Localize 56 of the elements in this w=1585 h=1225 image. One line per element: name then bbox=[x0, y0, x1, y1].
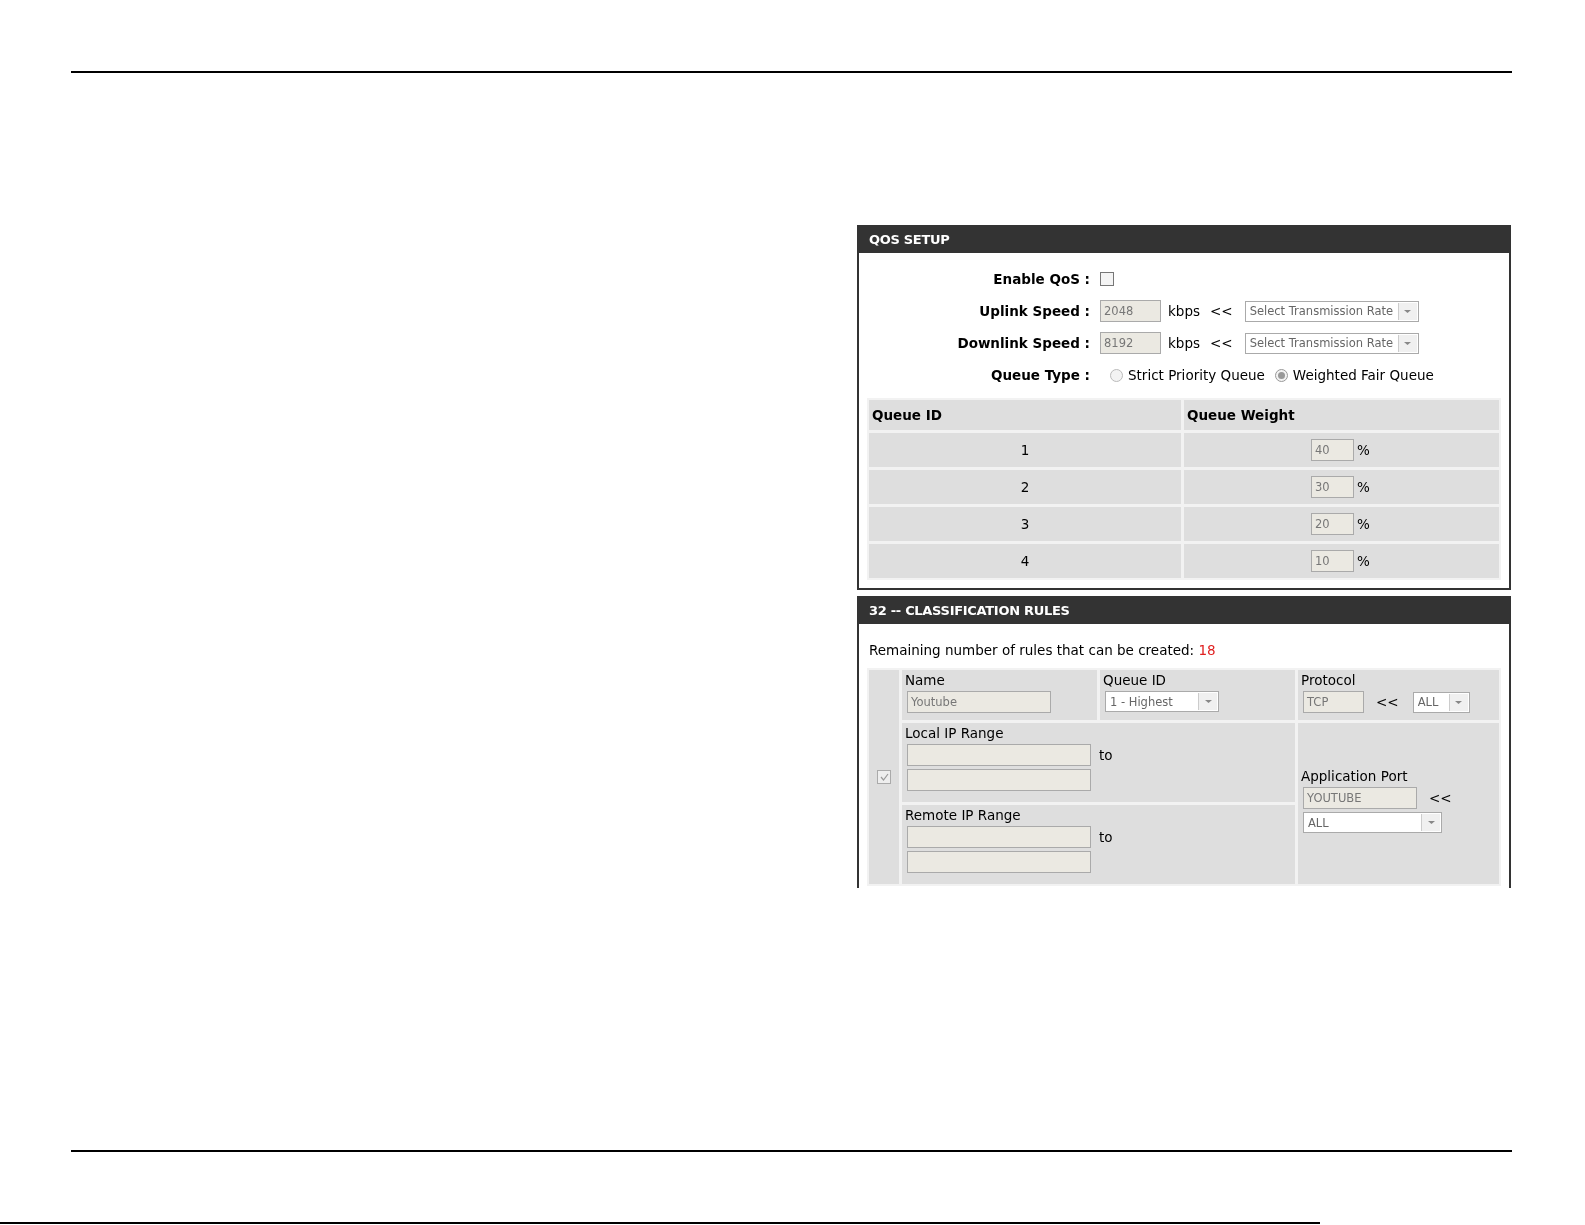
percent-label: % bbox=[1357, 479, 1370, 495]
arrow-label: << bbox=[1376, 694, 1399, 710]
field-label: Uplink Speed : bbox=[978, 303, 1091, 319]
field-label: Enable QoS : bbox=[992, 271, 1091, 287]
ip-start-input[interactable] bbox=[907, 744, 1091, 766]
radio-button[interactable] bbox=[1110, 368, 1123, 382]
column-header: Queue ID bbox=[869, 400, 1181, 430]
ip-end-input[interactable] bbox=[907, 769, 1091, 791]
speed-input[interactable]: 2048 bbox=[1100, 300, 1161, 322]
field-label: Downlink Speed : bbox=[956, 335, 1091, 351]
ip-end-input[interactable] bbox=[907, 851, 1091, 873]
table-cell: 4 bbox=[869, 544, 1181, 578]
arrow-label: << bbox=[1210, 335, 1233, 351]
arrow-label: << bbox=[1429, 790, 1452, 806]
protocol-input[interactable]: TCP bbox=[1303, 691, 1364, 713]
field-label: Protocol bbox=[1301, 672, 1357, 688]
protocol-dropdown[interactable]: ALL bbox=[1412, 691, 1470, 713]
table-cell: 1 bbox=[869, 433, 1181, 467]
field-label: Local IP Range bbox=[905, 725, 1005, 741]
radio-label: Strict Priority Queue bbox=[1128, 367, 1265, 383]
percent-label: % bbox=[1357, 516, 1370, 532]
weight-input[interactable]: 20 bbox=[1311, 513, 1354, 535]
check-icon bbox=[879, 773, 889, 781]
field-label: Remote IP Range bbox=[905, 807, 1022, 823]
weight-input[interactable]: 10 bbox=[1311, 550, 1354, 572]
arrow-label: << bbox=[1210, 303, 1233, 319]
table-cell: 3 bbox=[869, 507, 1181, 541]
ip-start-input[interactable] bbox=[907, 826, 1091, 848]
speed-input[interactable]: 8192 bbox=[1100, 332, 1161, 354]
weight-input[interactable]: 40 bbox=[1311, 439, 1354, 461]
to-label: to bbox=[1099, 829, 1113, 845]
unit-label: kbps bbox=[1168, 335, 1200, 351]
percent-label: % bbox=[1357, 553, 1370, 569]
app-port-dropdown[interactable]: ALL bbox=[1303, 812, 1442, 833]
field-label: Name bbox=[905, 672, 946, 688]
rate-dropdown[interactable]: Select Transmission Rate bbox=[1244, 332, 1419, 354]
table-cell: 2 bbox=[869, 470, 1181, 504]
section-header: QOS SETUP bbox=[859, 225, 1509, 253]
field-label: Queue ID bbox=[1103, 672, 1168, 688]
name-input[interactable]: Youtube bbox=[907, 691, 1051, 713]
section-header: 32 -- CLASSIFICATION RULES bbox=[859, 596, 1509, 624]
field-label: Application Port bbox=[1301, 768, 1409, 784]
weight-input[interactable]: 30 bbox=[1311, 476, 1354, 498]
column-header: Queue Weight bbox=[1184, 400, 1499, 430]
remaining-rules-text: Remaining number of rules that can be created: 18 bbox=[868, 641, 1217, 660]
rate-dropdown[interactable]: Select Transmission Rate bbox=[1244, 300, 1419, 322]
unit-label: kbps bbox=[1168, 303, 1200, 319]
percent-label: % bbox=[1357, 442, 1370, 458]
enable-qos-checkbox[interactable] bbox=[1100, 272, 1114, 286]
to-label: to bbox=[1099, 747, 1113, 763]
app-port-input[interactable]: YOUTUBE bbox=[1303, 787, 1417, 809]
field-label: Queue Type : bbox=[989, 367, 1091, 383]
queue-id-dropdown[interactable]: 1 - Highest bbox=[1105, 691, 1219, 712]
rule-checkbox[interactable] bbox=[877, 770, 891, 784]
radio-label: Weighted Fair Queue bbox=[1292, 367, 1434, 383]
radio-button[interactable] bbox=[1274, 368, 1288, 382]
